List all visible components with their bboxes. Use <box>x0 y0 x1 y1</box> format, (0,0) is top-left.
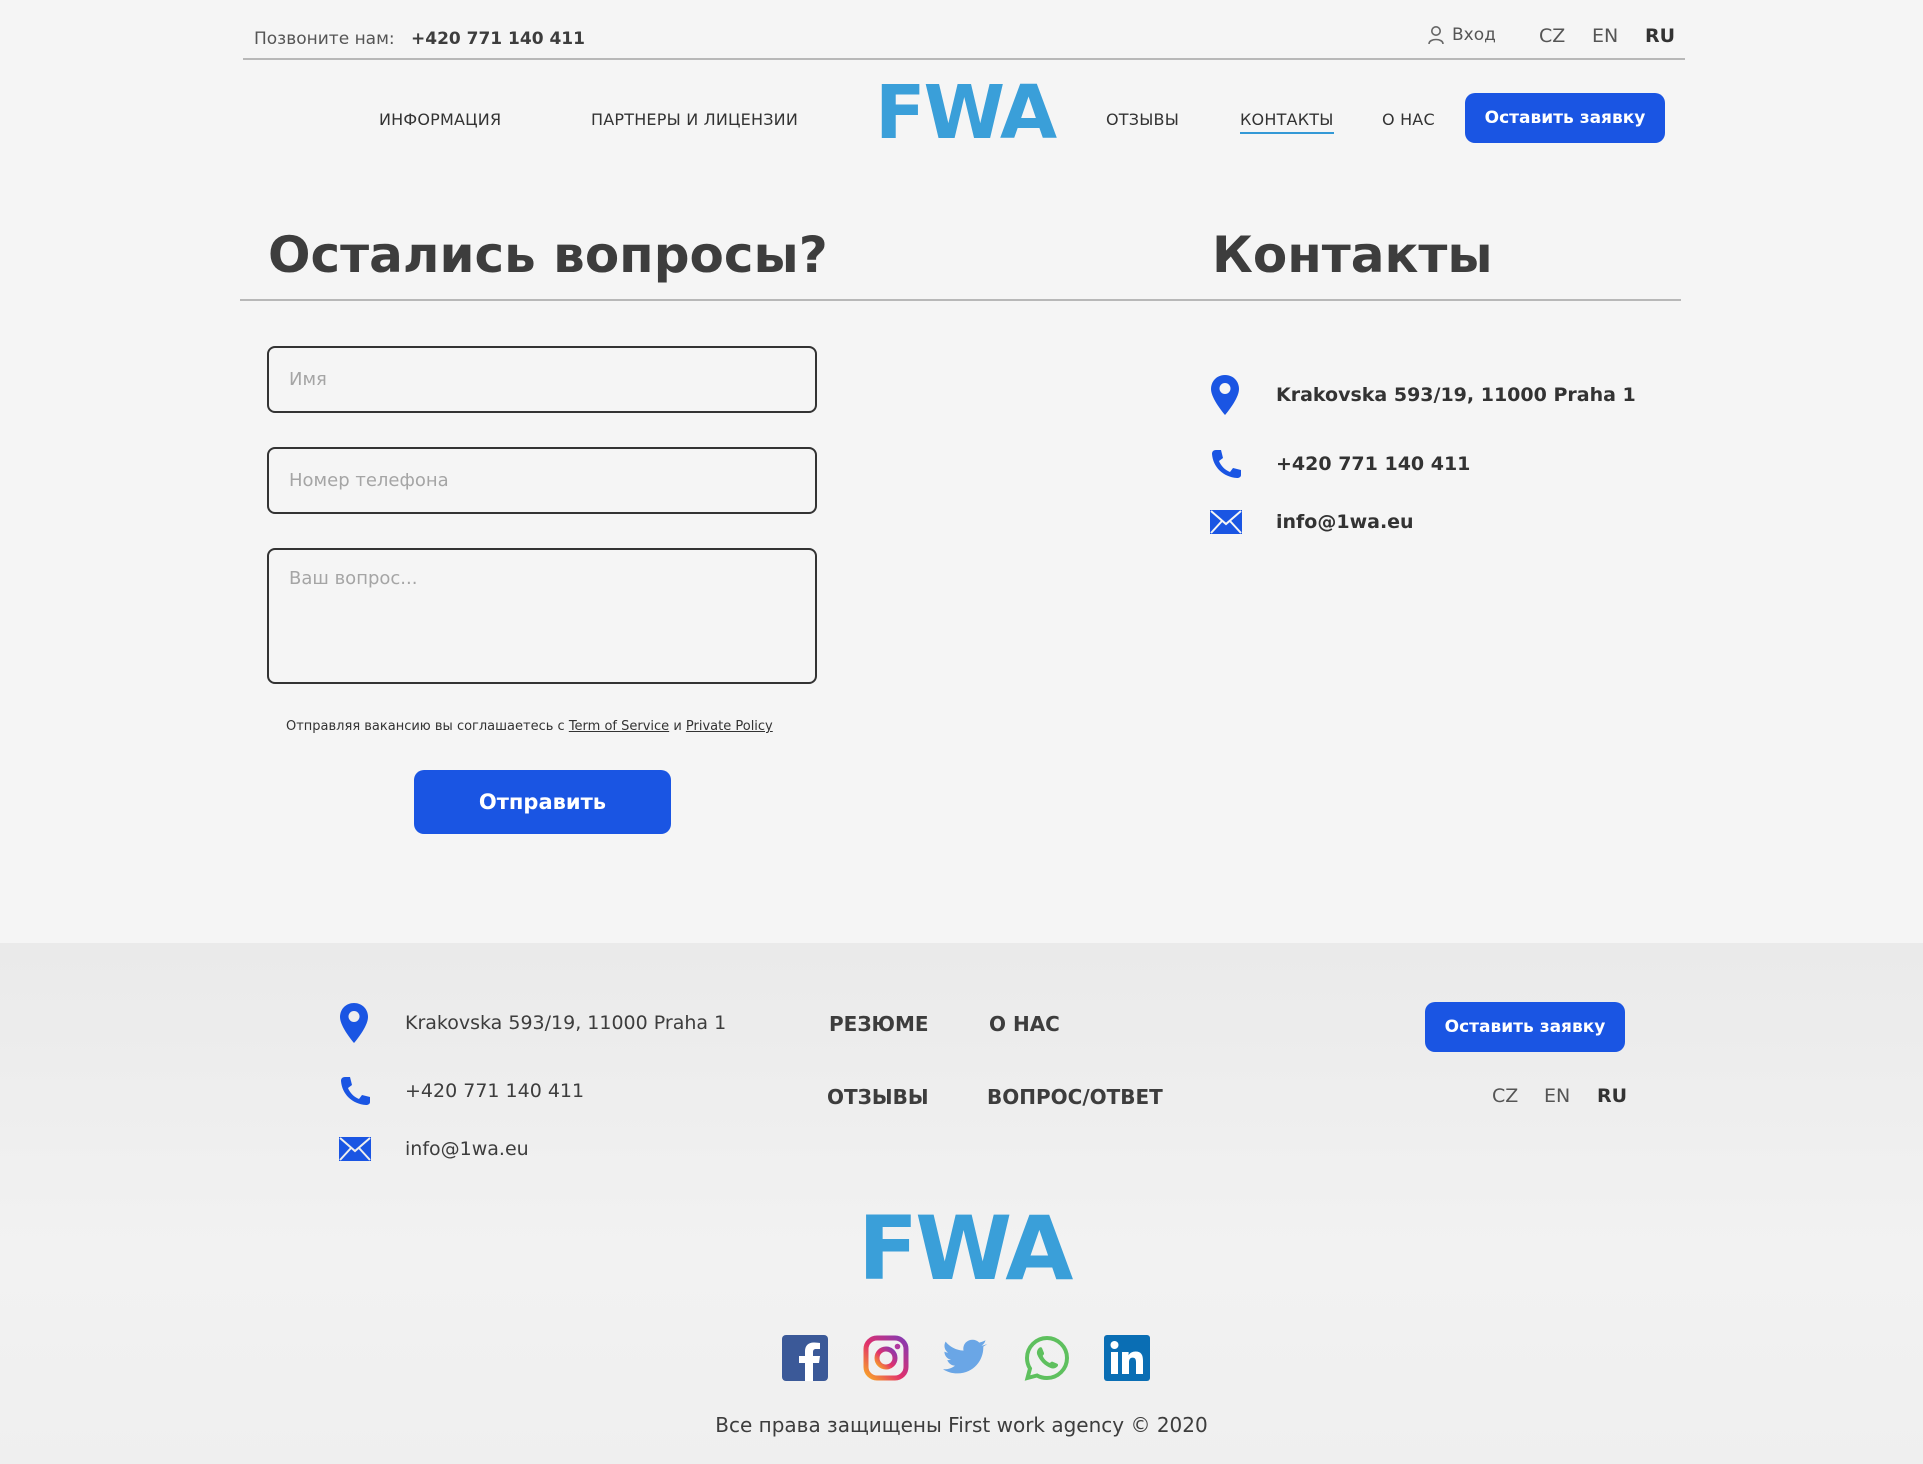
linkedin-icon[interactable] <box>1104 1335 1150 1381</box>
footer-leave-request-button[interactable]: Оставить заявку <box>1425 1002 1625 1052</box>
terms-link[interactable]: Term of Service <box>569 719 669 734</box>
top-bar: Позвоните нам: +420 771 140 411 Вход CZ … <box>243 20 1685 60</box>
footer-phone-icon <box>339 1076 371 1106</box>
footer-address-row: Krakovska 593/19, 11000 Praha 1 <box>339 1002 726 1044</box>
footer-phone-row: +420 771 140 411 <box>339 1076 584 1106</box>
footer-link-about[interactable]: О НАС <box>989 1012 1060 1036</box>
contact-phone-link[interactable]: +420 771 140 411 <box>1276 453 1470 475</box>
questions-heading: Остались вопросы? <box>268 226 828 284</box>
question-textarea[interactable] <box>267 548 817 684</box>
logo[interactable]: FWA <box>875 76 1057 150</box>
contact-phone-row: +420 771 140 411 <box>1210 449 1470 479</box>
phone-icon <box>1210 449 1242 479</box>
login-label: Вход <box>1452 25 1496 45</box>
contacts-heading: Контакты <box>1212 226 1493 284</box>
footer-link-faq[interactable]: ВОПРОС/ОТВЕТ <box>987 1085 1163 1109</box>
login-link[interactable]: Вход <box>1428 25 1496 45</box>
footer-location-pin-icon <box>339 1002 369 1044</box>
lang-cz[interactable]: CZ <box>1539 25 1565 47</box>
consent-text: Отправляя вакансию вы соглашаетесь с Ter… <box>286 719 773 734</box>
nav-about[interactable]: О НАС <box>1382 110 1435 129</box>
footer-lang-ru[interactable]: RU <box>1597 1085 1627 1107</box>
contact-email-link[interactable]: info@1wa.eu <box>1276 511 1414 533</box>
footer-email-row: info@1wa.eu <box>339 1137 529 1161</box>
contact-address-row: Krakovska 593/19, 11000 Praha 1 <box>1210 374 1636 416</box>
whatsapp-icon[interactable] <box>1024 1335 1070 1381</box>
lang-en[interactable]: EN <box>1592 25 1618 47</box>
copyright-text: Все права защищены First work agency © 2… <box>715 1413 1208 1437</box>
footer-email-link[interactable]: info@1wa.eu <box>405 1138 529 1160</box>
contact-email-row: info@1wa.eu <box>1210 510 1414 534</box>
footer-lang-cz[interactable]: CZ <box>1492 1085 1518 1107</box>
footer-link-resume[interactable]: РЕЗЮМЕ <box>829 1012 929 1036</box>
phone-input[interactable] <box>267 447 817 514</box>
nav-partners[interactable]: ПАРТНЕРЫ И ЛИЦЕНЗИИ <box>591 110 798 129</box>
footer-lang-en[interactable]: EN <box>1544 1085 1570 1107</box>
nav-contacts[interactable]: КОНТАКТЫ <box>1240 110 1334 134</box>
contact-address: Krakovska 593/19, 11000 Praha 1 <box>1276 384 1636 406</box>
nav-reviews[interactable]: ОТЗЫВЫ <box>1106 110 1179 129</box>
name-input[interactable] <box>267 346 817 413</box>
leave-request-button[interactable]: Оставить заявку <box>1465 93 1665 143</box>
lang-ru[interactable]: RU <box>1645 25 1675 47</box>
instagram-icon[interactable] <box>863 1335 909 1381</box>
footer-address: Krakovska 593/19, 11000 Praha 1 <box>405 1012 727 1034</box>
facebook-icon[interactable] <box>782 1335 828 1381</box>
consent-and: и <box>673 719 682 734</box>
footer-phone-link[interactable]: +420 771 140 411 <box>405 1080 584 1102</box>
privacy-link[interactable]: Private Policy <box>686 719 773 734</box>
nav-info[interactable]: ИНФОРМАЦИЯ <box>379 110 501 129</box>
twitter-icon[interactable] <box>943 1335 989 1381</box>
consent-prefix: Отправляя вакансию вы соглашаетесь с <box>286 719 565 734</box>
mail-icon <box>1210 510 1242 534</box>
location-pin-icon <box>1210 374 1240 416</box>
footer-mail-icon <box>339 1137 371 1161</box>
footer-link-reviews[interactable]: ОТЗЫВЫ <box>827 1085 929 1109</box>
submit-button[interactable]: Отправить <box>414 770 671 834</box>
user-icon <box>1428 25 1444 45</box>
call-us-label: Позвоните нам: <box>254 29 395 49</box>
section-divider <box>240 299 1681 301</box>
top-phone-link[interactable]: +420 771 140 411 <box>411 29 585 49</box>
footer-logo[interactable]: FWA <box>858 1205 1073 1293</box>
